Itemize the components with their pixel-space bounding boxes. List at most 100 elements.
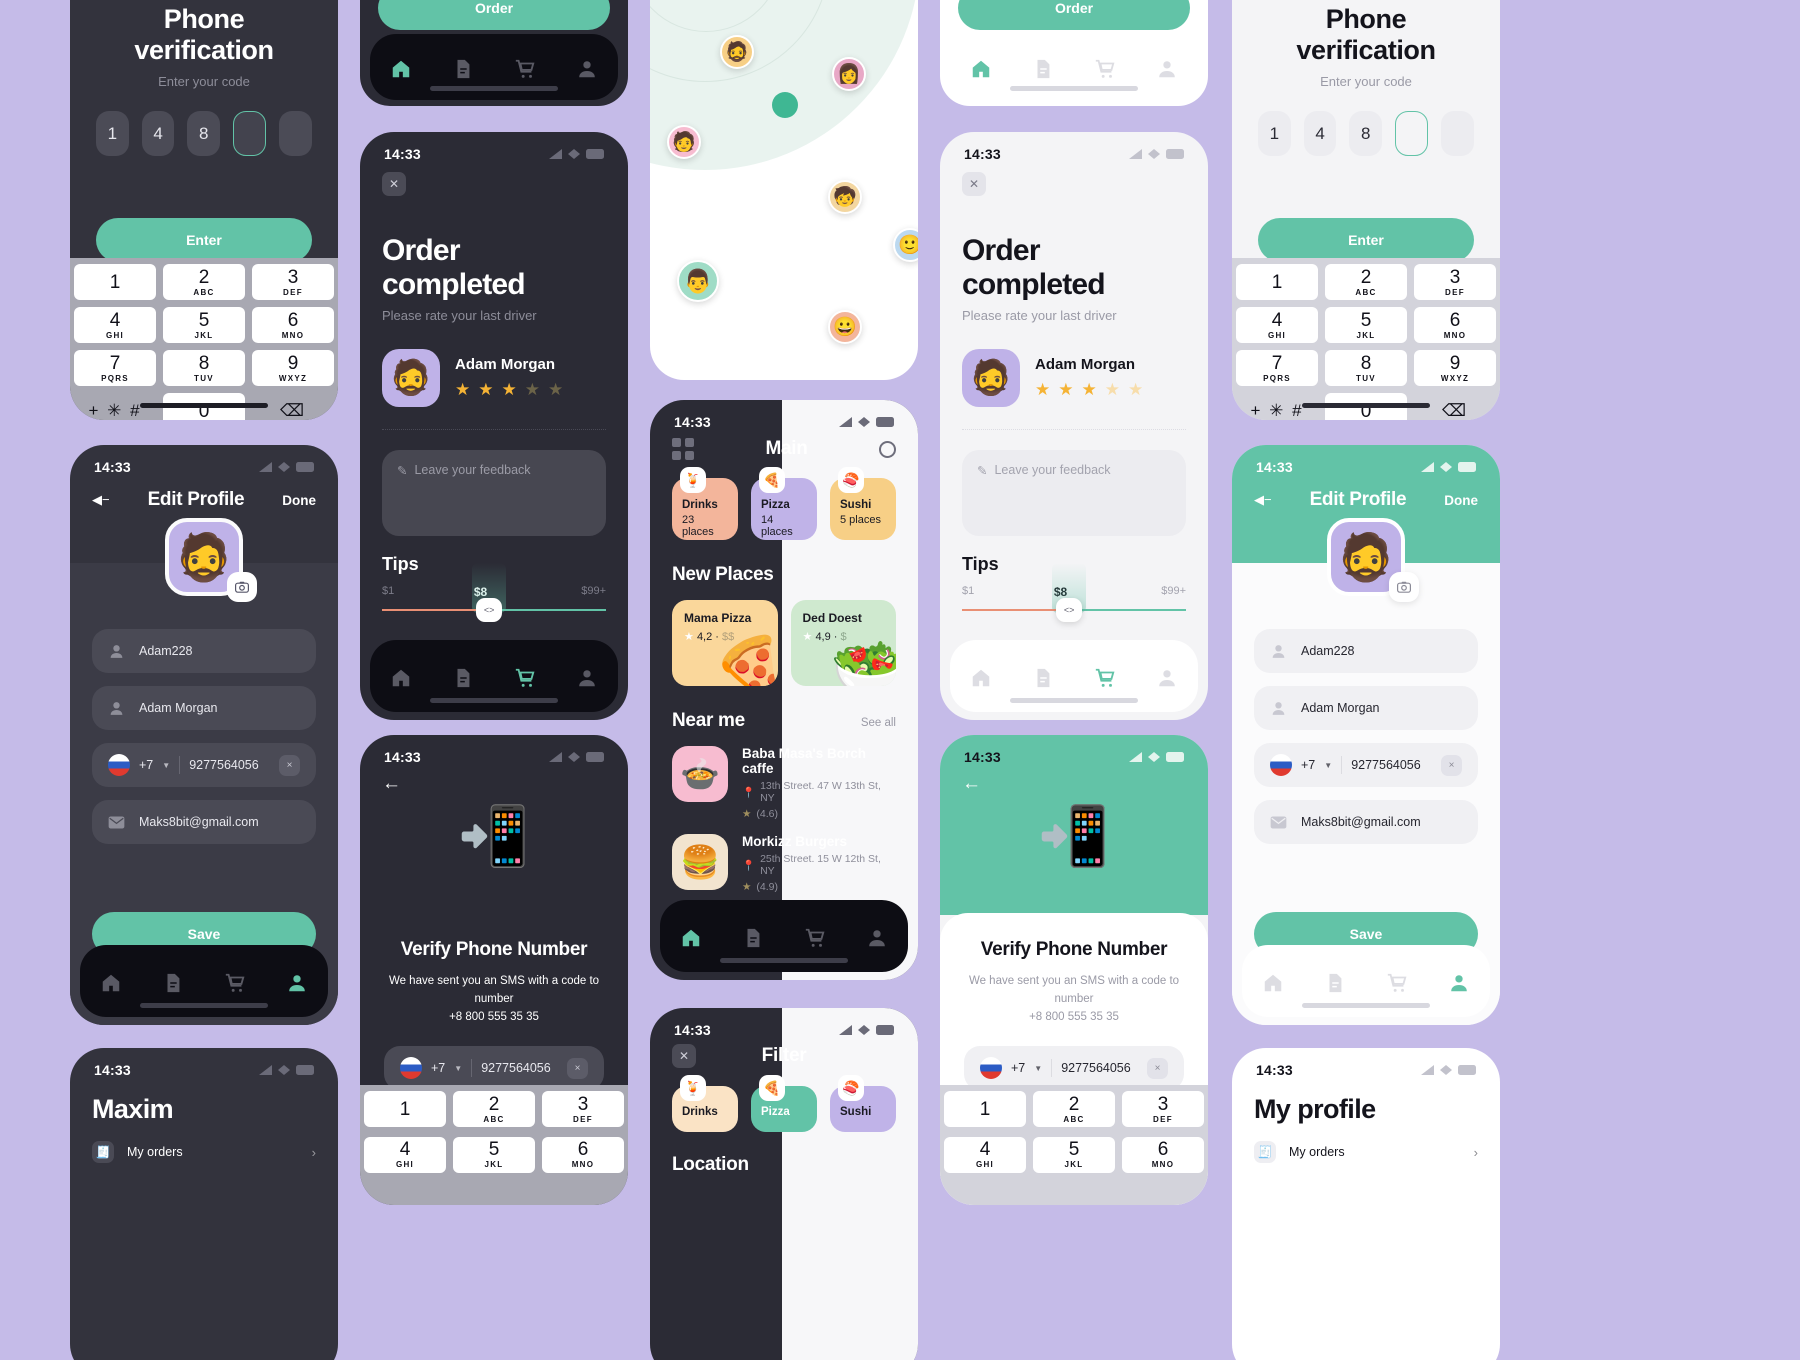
driver-pin[interactable]: 🧒 [828, 180, 862, 214]
code-cell-3[interactable]: 8 [1349, 111, 1383, 156]
key-5[interactable]: 5 JKL [1325, 307, 1407, 343]
numeric-keypad[interactable]: 1 2 ABC 3 DEF 4 GHI 5 JKL 6 MNO 7 PQRS 8 TUV 9W… [1232, 258, 1500, 420]
code-cell-5[interactable] [1441, 111, 1475, 156]
star-1[interactable]: ★ [1035, 380, 1050, 400]
star-4[interactable]: ★ [525, 380, 540, 400]
numeric-keypad[interactable]: 1 2 ABC 3 DEF 4 GHI 5 JKL 6 MNO [360, 1085, 628, 1205]
code-cell-2[interactable]: 4 [141, 111, 175, 156]
phone-field[interactable]: +7 ▼ 9277564056 × [384, 1046, 604, 1091]
home-icon[interactable] [100, 972, 122, 994]
key-9[interactable]: 9 WXYZ [252, 350, 334, 386]
star-3[interactable]: ★ [1082, 380, 1097, 400]
tips-slider-handle[interactable]: <> [1056, 598, 1083, 622]
key-1[interactable]: 1 [944, 1091, 1026, 1127]
key-1[interactable]: 1 [1236, 264, 1318, 300]
category-card-drinks[interactable]: 🍹 Drinks 23 places [672, 467, 738, 540]
bottom-nav[interactable] [950, 34, 1198, 100]
close-icon[interactable]: ✕ [382, 172, 406, 196]
key-3[interactable]: 3 DEF [1414, 264, 1496, 300]
key-2[interactable]: 2 ABC [453, 1091, 535, 1127]
key-7[interactable]: 7 PQRS [74, 350, 156, 386]
driver-pin[interactable]: 🧔 [720, 35, 754, 69]
chevron-down-icon[interactable]: ▼ [162, 761, 170, 770]
cart-icon[interactable] [514, 667, 536, 689]
home-icon[interactable] [680, 927, 702, 949]
key-4[interactable]: 4 GHI [74, 307, 156, 343]
key-5[interactable]: 5 JKL [453, 1136, 535, 1173]
person-icon[interactable] [576, 667, 598, 689]
code-cell-4[interactable] [233, 111, 267, 156]
enter-button[interactable]: Enter [96, 218, 312, 262]
username-field[interactable]: Adam228 [1254, 629, 1478, 673]
done-button[interactable]: Done [282, 493, 316, 508]
star-4[interactable]: ★ [1105, 380, 1120, 400]
star-2[interactable]: ★ [1058, 380, 1073, 400]
numeric-keypad[interactable]: 1 2 ABC 3 DEF 4 GHI 5 JKL 6 MNO 7 PQRS 8 TUV 9W… [70, 258, 338, 420]
key-3[interactable]: 3 DEF [1122, 1091, 1204, 1127]
code-cell-1[interactable]: 1 [95, 111, 129, 156]
doc-icon[interactable] [1324, 972, 1346, 994]
close-icon[interactable]: ✕ [962, 172, 986, 196]
feedback-input[interactable]: ✎ Leave your feedback [962, 450, 1186, 536]
new-places-row[interactable]: Mama Pizza ★ 4,2 · $$ 🍕 Ded Doest ★ 4,9 … [650, 600, 918, 686]
driver-pin[interactable]: 🧑 [667, 125, 701, 159]
key-6[interactable]: 6 MNO [1122, 1136, 1204, 1173]
cart-icon[interactable] [1386, 972, 1408, 994]
fullname-field[interactable]: Adam Morgan [1254, 686, 1478, 730]
code-cell-3[interactable]: 8 [187, 111, 221, 156]
back-arrow-icon[interactable]: ← [382, 773, 401, 794]
category-card-sushi[interactable]: 🍣 Sushi 5 places [830, 467, 896, 540]
username-field[interactable]: Adam228 [92, 629, 316, 673]
driver-pin[interactable]: 😀 [828, 310, 862, 344]
bottom-nav[interactable] [370, 34, 618, 100]
key-8[interactable]: 8 TUV [163, 350, 245, 386]
email-field[interactable]: Maks8bit@gmail.com [92, 800, 316, 844]
key-1[interactable]: 1 [364, 1091, 446, 1127]
code-input-row[interactable]: 1 4 8 [1257, 111, 1475, 156]
cart-icon[interactable] [224, 972, 246, 994]
near-list-item[interactable]: 🍔 Morkizz Burgers 📍 25th Street. 15 W 12t… [650, 834, 918, 893]
avatar-block[interactable]: 🧔 [1327, 518, 1419, 602]
tips-slider[interactable]: <> [962, 563, 1186, 622]
clear-phone-button[interactable]: × [1441, 754, 1462, 776]
place-card-ded-doest[interactable]: Ded Doest ★ 4,9 · $ 🥗 [790, 600, 896, 686]
home-icon[interactable] [1262, 972, 1284, 994]
numeric-keypad[interactable]: 1 2 ABC 3 DEF 4 GHI 5 JKL 6 MNO [940, 1085, 1208, 1205]
person-icon[interactable] [286, 972, 308, 994]
close-icon[interactable]: ✕ [672, 1044, 696, 1068]
person-icon[interactable] [1156, 58, 1178, 80]
key-5[interactable]: 5 JKL [1033, 1136, 1115, 1173]
key-2[interactable]: 2 ABC [163, 264, 245, 300]
home-icon[interactable] [390, 58, 412, 80]
home-icon[interactable] [970, 667, 992, 689]
phone-field[interactable]: +7 ▼ 9277564056 × [964, 1046, 1184, 1091]
tips-slider-handle[interactable]: <> [476, 598, 503, 622]
home-icon[interactable] [390, 667, 412, 689]
my-orders-row[interactable]: 🧾 My orders › [70, 1125, 338, 1163]
see-all-link[interactable]: See all [861, 717, 896, 729]
bottom-nav[interactable] [1242, 945, 1490, 1017]
phone-field[interactable]: +7 ▼ 9277564056 × [1254, 743, 1478, 787]
search-icon[interactable] [879, 440, 896, 458]
bottom-nav[interactable] [370, 640, 618, 712]
code-input-row[interactable]: 1 4 8 [95, 111, 313, 156]
tips-slider[interactable]: <> [382, 563, 606, 622]
bottom-nav[interactable] [950, 640, 1198, 712]
cart-icon[interactable] [1094, 667, 1116, 689]
code-cell-4[interactable] [1395, 111, 1429, 156]
phone-field[interactable]: +7 ▼ 9277564056 × [92, 743, 316, 787]
star-3[interactable]: ★ [502, 380, 517, 400]
doc-icon[interactable] [452, 58, 474, 80]
star-5[interactable]: ★ [1128, 380, 1143, 400]
grid-icon[interactable] [672, 438, 694, 460]
avatar-block[interactable]: 🧔 [165, 518, 257, 602]
key-2[interactable]: 2 ABC [1325, 264, 1407, 300]
done-button[interactable]: Done [1444, 493, 1478, 508]
driver-pin[interactable]: 🙂 [893, 228, 918, 262]
near-list-item[interactable]: 🍲 Baba Masa's Borch caffe 📍 13th Street. … [650, 746, 918, 820]
person-icon[interactable] [1156, 667, 1178, 689]
key-6[interactable]: 6 MNO [542, 1136, 624, 1173]
star-2[interactable]: ★ [478, 380, 493, 400]
doc-icon[interactable] [742, 927, 764, 949]
camera-icon[interactable] [1389, 572, 1419, 602]
